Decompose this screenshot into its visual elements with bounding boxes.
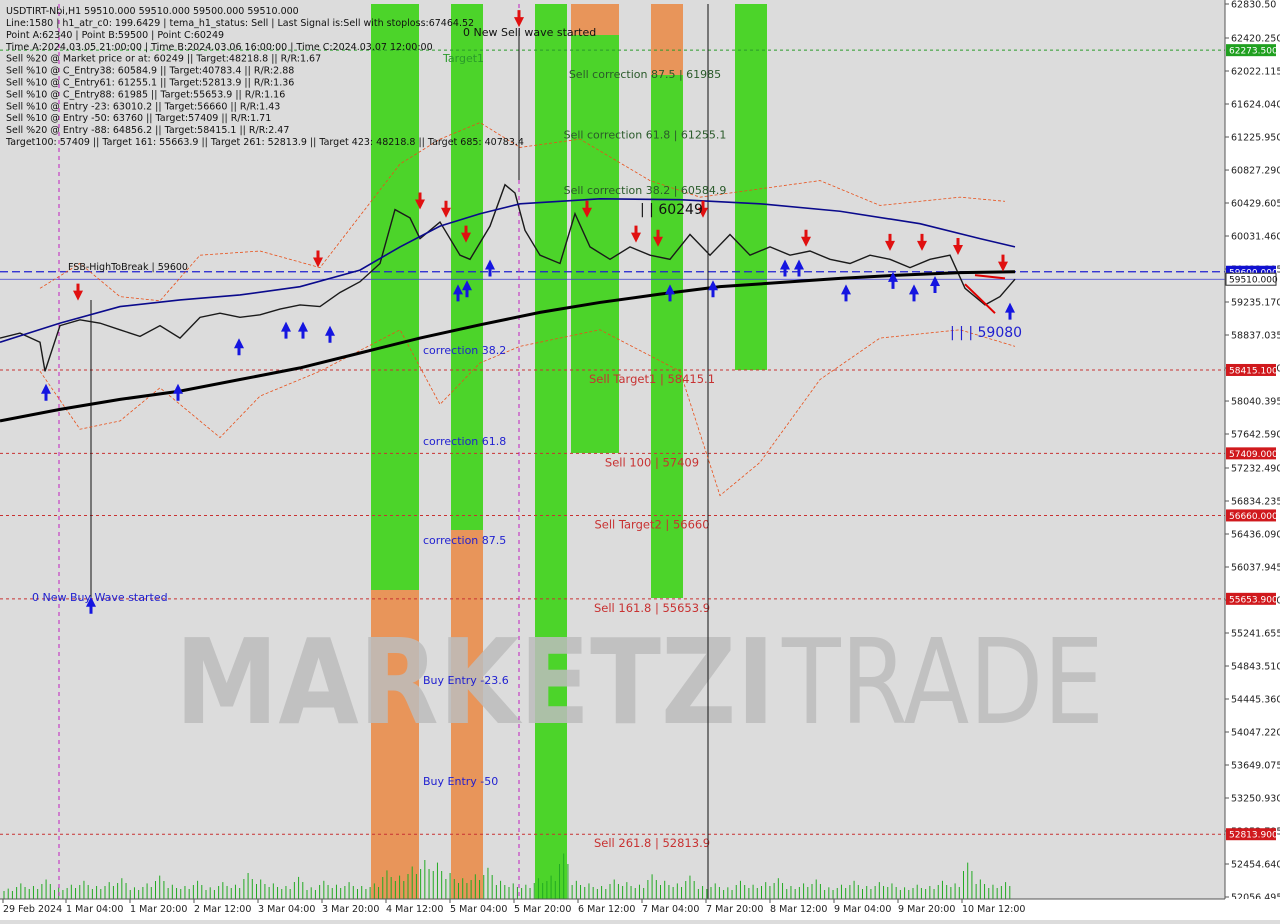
chart-svg: MARKETZI TRADE Sell Target1 | 58415.1 Sell …	[0, 0, 1280, 920]
price-tick-label: 59235.170	[1231, 297, 1280, 308]
info-line: Sell %10 @ C_Entry88: 61985 || Target:55…	[6, 89, 285, 100]
info-line: Sell %10 @ C_Entry61: 61255.1 || Target:…	[6, 78, 294, 89]
time-tick-label: 5 Mar 04:00	[450, 904, 507, 915]
price-tick-label: 60827.290	[1231, 166, 1280, 177]
price-tick-label: 62022.115	[1231, 67, 1280, 78]
price-tick-label: 53250.930	[1231, 793, 1280, 804]
level-label: Sell Target1 | 58415.1	[589, 372, 715, 386]
time-tick-label: 8 Mar 12:00	[770, 904, 827, 915]
info-line: Time A:2024.03.05 21:00:00 | Time B:2024…	[5, 42, 433, 53]
info-line: Target100: 57409 || Target 161: 55663.9 …	[5, 137, 524, 148]
price-tag-label: 59510.000	[1229, 276, 1278, 286]
price-tick-label: 62830.50	[1231, 0, 1276, 11]
zone-rect	[451, 4, 483, 530]
watermark-light: TRADE	[781, 613, 1104, 751]
time-tick-label: 1 Mar 20:00	[130, 904, 187, 915]
info-line: Sell %20 @ Market price or at: 60249 || …	[6, 54, 321, 65]
point-current-label: | | | 59080	[950, 325, 1022, 341]
price-tag-label: 56660.000	[1229, 512, 1278, 522]
info-line: Line:1580 | h1_atr_c0: 199.6429 | tema_h…	[6, 18, 474, 29]
price-tick-label: 54445.360	[1231, 694, 1280, 705]
price-tick-label: 53649.075	[1231, 760, 1280, 771]
price-tick-label: 55241.655	[1231, 628, 1280, 639]
time-tick-label: 7 Mar 20:00	[706, 904, 763, 915]
point-c-label: | | 60249	[640, 202, 703, 218]
price-tick-label: 58040.395	[1231, 397, 1280, 408]
zone-rect	[651, 4, 683, 75]
buy-label: correction 61.8	[423, 435, 506, 448]
level-label: Sell 100 | 57409	[605, 455, 699, 469]
price-tick-label: 57642.590	[1231, 429, 1280, 440]
price-tick-label: 62420.250	[1231, 34, 1280, 45]
sell-wave-label: 0 New Sell wave started	[463, 26, 596, 39]
price-tick-label: 56436.090	[1231, 529, 1280, 540]
symbol-line: USDTIRT-Nbi,H1 59510.000 59510.000 59500…	[6, 6, 299, 17]
info-line: Sell %10 @ Entry -23: 63010.2 || Target:…	[6, 101, 280, 112]
price-tag-label: 55653.900	[1229, 595, 1278, 605]
zone-rect	[735, 4, 767, 370]
time-tick-label: 6 Mar 12:00	[578, 904, 635, 915]
watermark: MARKETZI TRADE	[175, 613, 1104, 751]
buy-wave-label: 0 New Buy Wave started	[32, 591, 168, 604]
time-tick-label: 4 Mar 12:00	[386, 904, 443, 915]
price-tick-label: 54843.510	[1231, 661, 1280, 672]
time-tick-label: 9 Mar 20:00	[898, 904, 955, 915]
price-tick-label: 56037.945	[1231, 562, 1280, 573]
info-line: Sell %20 @ Entry -88: 64856.2 || Target:…	[6, 125, 289, 136]
level-label: Sell 161.8 | 55653.9	[594, 601, 710, 615]
sell-correction-label: Sell correction 87.5 | 61985	[569, 68, 721, 81]
time-tick-label: 10 Mar 12:00	[962, 904, 1025, 915]
price-tag-label: 62273.500	[1229, 47, 1278, 57]
price-tick-label: 60429.605	[1231, 198, 1280, 209]
price-tag-label: 57409.000	[1229, 450, 1278, 460]
buy-label: correction 38.2	[423, 344, 506, 357]
sell-correction-label: Sell correction 61.8 | 61255.1	[564, 129, 727, 142]
info-line: Sell %10 @ C_Entry38: 60584.9 || Target:…	[6, 66, 294, 77]
info-line: Point A:62340 | Point B:59500 | Point C:…	[6, 30, 224, 41]
price-tag-label: 52813.900	[1229, 831, 1278, 841]
price-tick-label: 58837.035	[1231, 330, 1280, 341]
level-label: Sell 261.8 | 52813.9	[594, 836, 710, 850]
time-tick-label: 29 Feb 2024	[3, 904, 62, 915]
target1-label: Target1	[442, 52, 484, 65]
buy-label: Buy Entry -23.6	[423, 674, 509, 687]
time-tick-label: 9 Mar 04:00	[834, 904, 891, 915]
time-tick-label: 3 Mar 20:00	[322, 904, 379, 915]
chart: MARKETZI TRADE Sell Target1 | 58415.1 Sell …	[0, 0, 1280, 920]
sell-correction-label: Sell correction 38.2 | 60584.9	[564, 184, 727, 197]
price-tick-label: 52454.640	[1231, 859, 1280, 870]
price-tag-label: 58415.100	[1229, 366, 1278, 376]
info-line: Sell %10 @ Entry -50: 63760 || Target:57…	[6, 113, 271, 124]
price-tick-label: 60031.460	[1231, 231, 1280, 242]
price-tick-label: 57232.490	[1231, 463, 1280, 474]
price-tick-label: 56834.235	[1231, 496, 1280, 507]
zone-rect	[535, 4, 567, 899]
price-tick-label: 54047.220	[1231, 727, 1280, 738]
time-tick-label: 2 Mar 12:00	[194, 904, 251, 915]
fsb-label: FSB-HighToBreak | 59600	[68, 262, 188, 273]
zone-rect	[371, 4, 419, 590]
level-label: Sell Target2 | 56660	[594, 517, 709, 531]
time-axis-panel	[0, 899, 1280, 920]
buy-label: Buy Entry -50	[423, 775, 498, 788]
time-tick-label: 7 Mar 04:00	[642, 904, 699, 915]
time-tick-label: 3 Mar 04:00	[258, 904, 315, 915]
time-tick-label: 5 Mar 20:00	[514, 904, 571, 915]
buy-label: correction 87.5	[423, 534, 506, 547]
zone-rect	[571, 35, 619, 453]
time-tick-label: 1 Mar 04:00	[66, 904, 123, 915]
price-tick-label: 61624.040	[1231, 99, 1280, 110]
price-tick-label: 61225.950	[1231, 132, 1280, 143]
